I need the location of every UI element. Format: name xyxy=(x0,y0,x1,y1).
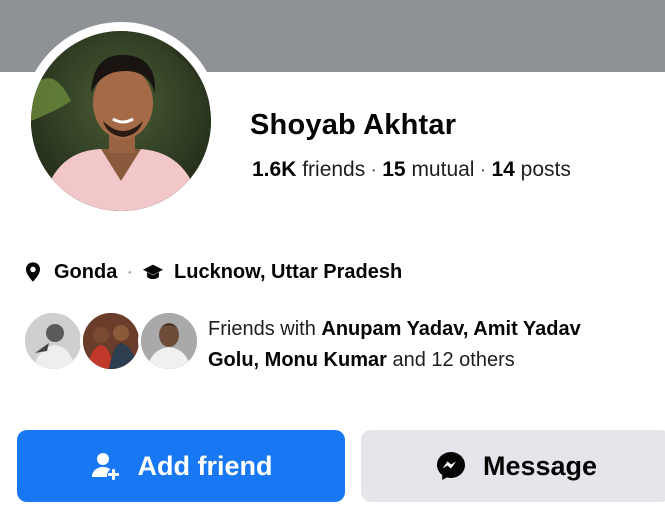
mutual-friends-avatars[interactable] xyxy=(22,310,202,374)
message-button[interactable]: Message xyxy=(361,430,665,502)
mutual-label[interactable]: mutual xyxy=(411,158,474,181)
mutual-prefix: Friends with xyxy=(208,318,316,340)
mutual-count[interactable]: 15 xyxy=(382,158,405,181)
mutual-suffix[interactable]: and 12 others xyxy=(392,349,514,371)
info-separator: · xyxy=(126,260,134,283)
mutual-names-line1[interactable]: Anupam Yadav, Amit Yadav xyxy=(321,318,580,340)
profile-info-row: Gonda · Lucknow, Uttar Pradesh xyxy=(22,258,402,286)
mutual-friend-avatar[interactable] xyxy=(22,310,84,372)
hometown-text[interactable]: Gonda xyxy=(54,261,117,284)
profile-stats: 1.6K friends · 15 mutual · 14 posts xyxy=(252,158,571,182)
friends-count[interactable]: 1.6K xyxy=(252,158,296,181)
mutual-friend-photo xyxy=(25,313,81,369)
map-pin-icon xyxy=(25,262,41,282)
profile-photo-image xyxy=(31,31,211,211)
add-friend-label: Add friend xyxy=(137,450,273,481)
add-person-icon xyxy=(91,453,119,480)
profile-name: Shoyab Akhtar xyxy=(250,109,457,141)
friends-label[interactable]: friends xyxy=(302,158,365,181)
stat-separator: · xyxy=(479,158,487,181)
mutual-names-line2[interactable]: Golu, Monu Kumar xyxy=(208,349,387,371)
message-label: Message xyxy=(482,450,598,481)
messenger-icon xyxy=(436,452,465,480)
profile-photo[interactable] xyxy=(31,31,211,211)
posts-count[interactable]: 14 xyxy=(491,158,514,181)
mutual-friend-avatar[interactable] xyxy=(80,310,142,372)
stat-separator: · xyxy=(370,158,378,181)
mutual-friend-avatar[interactable] xyxy=(138,310,200,372)
mutual-friends-text[interactable]: Friends with Anupam Yadav, Amit Yadav Go… xyxy=(208,314,658,376)
graduation-cap-icon xyxy=(142,264,164,280)
mutual-friend-photo xyxy=(141,313,197,369)
mutual-friend-photo xyxy=(83,313,139,369)
education-text[interactable]: Lucknow, Uttar Pradesh xyxy=(174,261,402,284)
add-friend-button[interactable]: Add friend xyxy=(17,430,345,502)
posts-label[interactable]: posts xyxy=(521,158,571,181)
